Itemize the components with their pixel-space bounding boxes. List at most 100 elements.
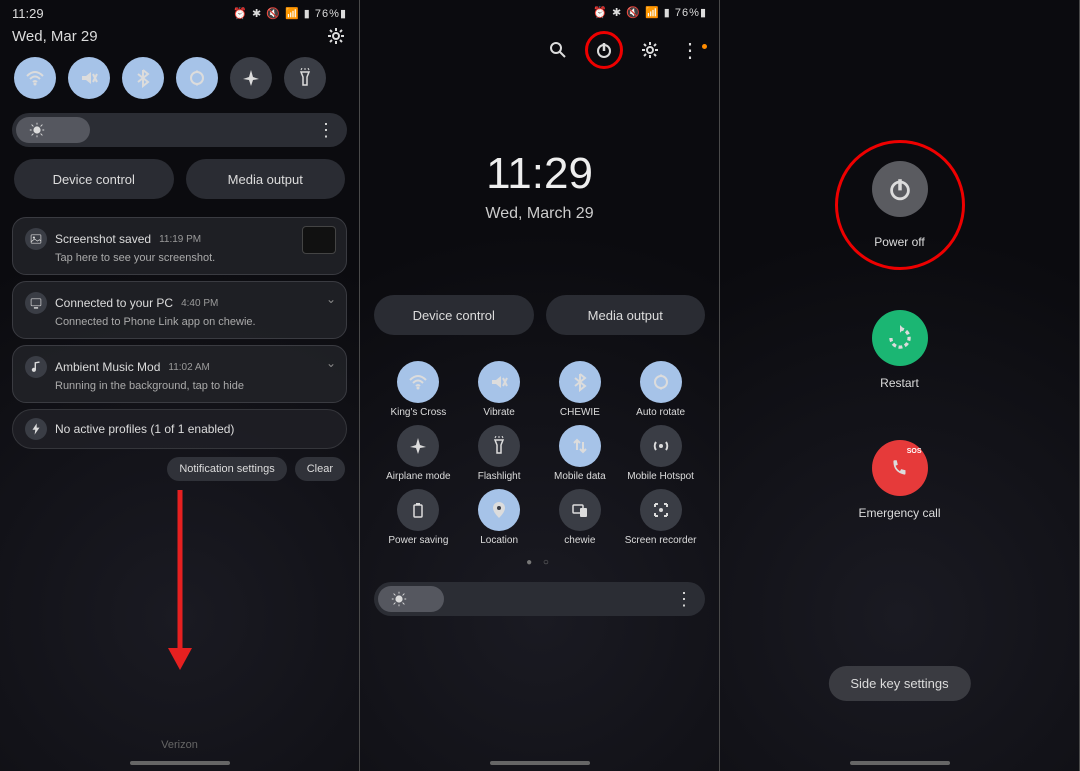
airplane-icon	[397, 425, 439, 467]
tile-label: Mobile Hotspot	[627, 471, 694, 483]
tile-label: Location	[480, 535, 518, 547]
wifi-icon	[397, 361, 439, 403]
bolt-icon	[25, 418, 47, 440]
tile-flashlight[interactable]: Flashlight	[461, 425, 538, 483]
status-bar: ⏰ ✱ 🔇 📶 ▮ 76%▮	[360, 0, 719, 19]
tile-label: Airplane mode	[386, 471, 450, 483]
emergency-label: Emergency call	[858, 506, 940, 520]
rotate-icon	[640, 361, 682, 403]
side-key-settings-button[interactable]: Side key settings	[828, 666, 970, 701]
carrier-label: Verizon	[0, 739, 359, 751]
qs-flashlight[interactable]	[284, 57, 326, 99]
tile-label: Mobile data	[554, 471, 606, 483]
hotspot-icon	[640, 425, 682, 467]
tile-hotspot[interactable]: Mobile Hotspot	[622, 425, 699, 483]
restart-label: Restart	[880, 376, 919, 390]
device-control-button[interactable]: Device control	[14, 159, 174, 199]
brightness-track	[378, 586, 444, 612]
panel-time: 11:29	[360, 149, 719, 199]
restart-button[interactable]	[872, 310, 928, 366]
notification[interactable]: Ambient Music Mod 11:02 AM Running in the …	[12, 345, 347, 403]
notification-title: Ambient Music Mod	[55, 360, 160, 374]
brightness-slider[interactable]: ⋮	[374, 582, 705, 616]
device-control-button[interactable]: Device control	[374, 295, 534, 335]
notification-body: Running in the background, tap to hide	[55, 380, 334, 392]
power-icon[interactable]	[591, 37, 617, 63]
record-icon	[640, 489, 682, 531]
status-icons: ⏰ ✱ 🔇 📶 ▮ 76%▮	[233, 7, 347, 20]
flashlight-icon	[478, 425, 520, 467]
tile-label: Vibrate	[483, 407, 515, 419]
notification[interactable]: Connected to your PC 4:40 PM Connected to …	[12, 281, 347, 339]
screenshot-thumbnail[interactable]	[302, 226, 336, 254]
settings-gear-icon[interactable]	[637, 37, 663, 63]
tile-label: Auto rotate	[636, 407, 685, 419]
status-icons: ⏰ ✱ 🔇 📶 ▮ 76%▮	[593, 6, 707, 19]
notification-shade-pane: 11:29 ⏰ ✱ 🔇 📶 ▮ 76%▮ Wed, Mar 29 ⋮ Devic…	[0, 0, 360, 771]
battery-icon	[397, 489, 439, 531]
data-icon	[559, 425, 601, 467]
qs-mute[interactable]	[68, 57, 110, 99]
tile-label: chewie	[564, 535, 595, 547]
power-off-highlight: Power off	[835, 140, 965, 270]
status-time: 11:29	[12, 6, 44, 21]
tile-wifi[interactable]: King's Cross	[380, 361, 457, 419]
nav-bar[interactable]	[130, 761, 230, 765]
power-menu-pane: Power off Restart SOS Emergency call Sid…	[720, 0, 1080, 771]
qs-airplane[interactable]	[230, 57, 272, 99]
tile-record[interactable]: Screen recorder	[622, 489, 699, 547]
settings-gear-icon[interactable]	[325, 25, 347, 47]
tile-battery[interactable]: Power saving	[380, 489, 457, 547]
more-icon[interactable]: ⋮	[677, 37, 703, 63]
power-off-button[interactable]	[872, 161, 928, 217]
brightness-more-icon[interactable]: ⋮	[317, 120, 335, 141]
swipe-down-arrow-annotation	[165, 490, 195, 670]
notification[interactable]: Screenshot saved11:19 PMTap here to see …	[12, 217, 347, 275]
chevron-down-icon[interactable]: ⌄	[326, 292, 336, 306]
panel-top-actions: ⋮	[360, 19, 719, 69]
profiles-notification[interactable]: No active profiles (1 of 1 enabled)	[12, 409, 347, 449]
notification-title: Connected to your PC	[55, 296, 173, 310]
profiles-text: No active profiles (1 of 1 enabled)	[55, 422, 234, 436]
notification-body: Connected to Phone Link app on chewie.	[55, 316, 334, 328]
tile-label: CHEWIE	[560, 407, 600, 419]
music-icon	[25, 356, 47, 378]
tile-mute[interactable]: Vibrate	[461, 361, 538, 419]
shade-header: Wed, Mar 29	[0, 21, 359, 57]
media-output-button[interactable]: Media output	[546, 295, 706, 335]
tile-bluetooth[interactable]: CHEWIE	[542, 361, 619, 419]
privacy-indicator-dot	[702, 44, 707, 49]
nav-bar[interactable]	[490, 761, 590, 765]
nav-bar[interactable]	[850, 761, 950, 765]
notification-time: 11:02 AM	[168, 362, 210, 373]
qs-wifi[interactable]	[14, 57, 56, 99]
media-output-button[interactable]: Media output	[186, 159, 346, 199]
search-icon[interactable]	[545, 37, 571, 63]
tile-label: Screen recorder	[625, 535, 697, 547]
sun-icon	[28, 121, 46, 139]
pc-icon	[25, 292, 47, 314]
qs-rotate[interactable]	[176, 57, 218, 99]
status-bar: 11:29 ⏰ ✱ 🔇 📶 ▮ 76%▮	[0, 0, 359, 21]
tile-airplane[interactable]: Airplane mode	[380, 425, 457, 483]
notification-settings-button[interactable]: Notification settings	[167, 457, 286, 481]
tile-label: Power saving	[388, 535, 448, 547]
chevron-down-icon[interactable]: ⌄	[326, 356, 336, 370]
notification-time: 4:40 PM	[181, 298, 218, 309]
emergency-call-button[interactable]: SOS	[872, 440, 928, 496]
image-icon	[25, 228, 47, 250]
location-icon	[478, 489, 520, 531]
tile-devices[interactable]: chewie	[542, 489, 619, 547]
shade-date: Wed, Mar 29	[12, 28, 98, 45]
tile-rotate[interactable]: Auto rotate	[622, 361, 699, 419]
brightness-more-icon[interactable]: ⋮	[675, 589, 693, 610]
tile-location[interactable]: Location	[461, 489, 538, 547]
qs-bluetooth[interactable]	[122, 57, 164, 99]
notification-time: 11:19 PM	[159, 234, 201, 245]
clear-button[interactable]: Clear	[295, 457, 345, 481]
page-indicator[interactable]: ● ○	[360, 557, 719, 568]
quick-settings-row	[0, 57, 359, 99]
tile-data[interactable]: Mobile data	[542, 425, 619, 483]
quick-panel-expanded-pane: ⏰ ✱ 🔇 📶 ▮ 76%▮ ⋮ 11:29 Wed, March 29 Dev…	[360, 0, 720, 771]
brightness-slider[interactable]: ⋮	[12, 113, 347, 147]
